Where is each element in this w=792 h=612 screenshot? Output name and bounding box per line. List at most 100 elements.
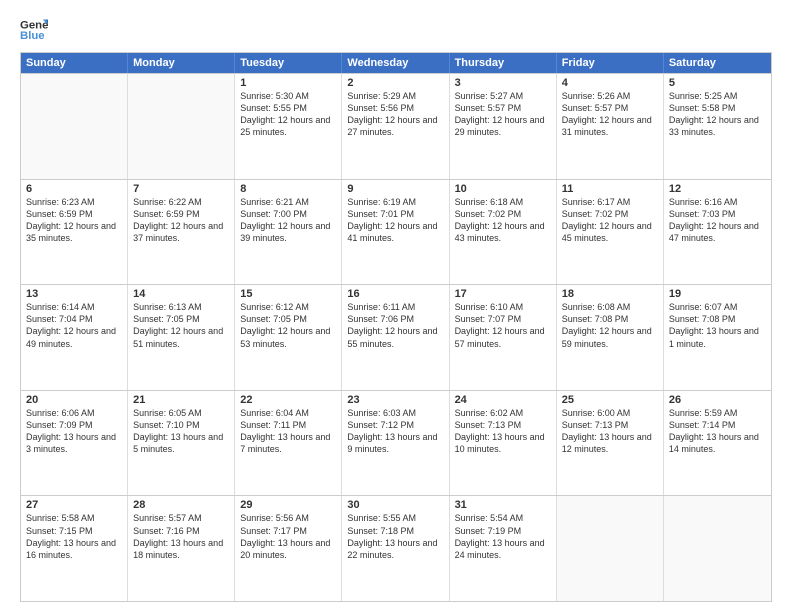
calendar-cell: 14Sunrise: 6:13 AMSunset: 7:05 PMDayligh…: [128, 285, 235, 390]
header-day-thursday: Thursday: [450, 53, 557, 73]
calendar-week-1: 1Sunrise: 5:30 AMSunset: 5:55 PMDaylight…: [21, 73, 771, 179]
day-info: Sunrise: 5:26 AMSunset: 5:57 PMDaylight:…: [562, 90, 658, 139]
day-info: Sunrise: 6:06 AMSunset: 7:09 PMDaylight:…: [26, 407, 122, 456]
calendar-cell: 1Sunrise: 5:30 AMSunset: 5:55 PMDaylight…: [235, 74, 342, 179]
day-number: 5: [669, 77, 766, 89]
day-number: 4: [562, 77, 658, 89]
day-info: Sunrise: 5:29 AMSunset: 5:56 PMDaylight:…: [347, 90, 443, 139]
day-number: 11: [562, 183, 658, 195]
calendar-cell: 13Sunrise: 6:14 AMSunset: 7:04 PMDayligh…: [21, 285, 128, 390]
header-day-saturday: Saturday: [664, 53, 771, 73]
calendar-cell: 9Sunrise: 6:19 AMSunset: 7:01 PMDaylight…: [342, 180, 449, 285]
day-info: Sunrise: 6:11 AMSunset: 7:06 PMDaylight:…: [347, 301, 443, 350]
day-info: Sunrise: 6:00 AMSunset: 7:13 PMDaylight:…: [562, 407, 658, 456]
day-number: 27: [26, 499, 122, 511]
day-info: Sunrise: 6:13 AMSunset: 7:05 PMDaylight:…: [133, 301, 229, 350]
calendar-cell: [21, 74, 128, 179]
day-info: Sunrise: 6:21 AMSunset: 7:00 PMDaylight:…: [240, 196, 336, 245]
day-number: 29: [240, 499, 336, 511]
day-number: 6: [26, 183, 122, 195]
day-info: Sunrise: 6:14 AMSunset: 7:04 PMDaylight:…: [26, 301, 122, 350]
calendar-cell: 15Sunrise: 6:12 AMSunset: 7:05 PMDayligh…: [235, 285, 342, 390]
day-info: Sunrise: 6:16 AMSunset: 7:03 PMDaylight:…: [669, 196, 766, 245]
calendar-cell: [128, 74, 235, 179]
day-info: Sunrise: 5:58 AMSunset: 7:15 PMDaylight:…: [26, 512, 122, 561]
day-number: 16: [347, 288, 443, 300]
day-number: 19: [669, 288, 766, 300]
day-number: 3: [455, 77, 551, 89]
calendar-body: 1Sunrise: 5:30 AMSunset: 5:55 PMDaylight…: [21, 73, 771, 601]
day-info: Sunrise: 6:04 AMSunset: 7:11 PMDaylight:…: [240, 407, 336, 456]
calendar-cell: 30Sunrise: 5:55 AMSunset: 7:18 PMDayligh…: [342, 496, 449, 601]
calendar-cell: 12Sunrise: 6:16 AMSunset: 7:03 PMDayligh…: [664, 180, 771, 285]
calendar-cell: 3Sunrise: 5:27 AMSunset: 5:57 PMDaylight…: [450, 74, 557, 179]
day-number: 15: [240, 288, 336, 300]
calendar-week-4: 20Sunrise: 6:06 AMSunset: 7:09 PMDayligh…: [21, 390, 771, 496]
day-info: Sunrise: 6:18 AMSunset: 7:02 PMDaylight:…: [455, 196, 551, 245]
day-number: 10: [455, 183, 551, 195]
day-info: Sunrise: 5:57 AMSunset: 7:16 PMDaylight:…: [133, 512, 229, 561]
calendar-cell: 26Sunrise: 5:59 AMSunset: 7:14 PMDayligh…: [664, 391, 771, 496]
day-number: 17: [455, 288, 551, 300]
page-header: General Blue: [20, 16, 772, 44]
calendar-cell: 20Sunrise: 6:06 AMSunset: 7:09 PMDayligh…: [21, 391, 128, 496]
day-info: Sunrise: 5:55 AMSunset: 7:18 PMDaylight:…: [347, 512, 443, 561]
calendar-cell: 17Sunrise: 6:10 AMSunset: 7:07 PMDayligh…: [450, 285, 557, 390]
calendar-cell: 2Sunrise: 5:29 AMSunset: 5:56 PMDaylight…: [342, 74, 449, 179]
calendar: SundayMondayTuesdayWednesdayThursdayFrid…: [20, 52, 772, 602]
day-number: 2: [347, 77, 443, 89]
calendar-cell: [664, 496, 771, 601]
day-info: Sunrise: 6:17 AMSunset: 7:02 PMDaylight:…: [562, 196, 658, 245]
day-info: Sunrise: 5:25 AMSunset: 5:58 PMDaylight:…: [669, 90, 766, 139]
day-info: Sunrise: 5:56 AMSunset: 7:17 PMDaylight:…: [240, 512, 336, 561]
day-number: 20: [26, 394, 122, 406]
day-number: 30: [347, 499, 443, 511]
day-number: 26: [669, 394, 766, 406]
day-number: 25: [562, 394, 658, 406]
calendar-cell: 27Sunrise: 5:58 AMSunset: 7:15 PMDayligh…: [21, 496, 128, 601]
day-number: 31: [455, 499, 551, 511]
calendar-cell: 19Sunrise: 6:07 AMSunset: 7:08 PMDayligh…: [664, 285, 771, 390]
calendar-header: SundayMondayTuesdayWednesdayThursdayFrid…: [21, 53, 771, 73]
calendar-cell: 23Sunrise: 6:03 AMSunset: 7:12 PMDayligh…: [342, 391, 449, 496]
calendar-week-5: 27Sunrise: 5:58 AMSunset: 7:15 PMDayligh…: [21, 495, 771, 601]
calendar-cell: 10Sunrise: 6:18 AMSunset: 7:02 PMDayligh…: [450, 180, 557, 285]
day-number: 22: [240, 394, 336, 406]
header-day-friday: Friday: [557, 53, 664, 73]
calendar-cell: 31Sunrise: 5:54 AMSunset: 7:19 PMDayligh…: [450, 496, 557, 601]
header-day-monday: Monday: [128, 53, 235, 73]
day-info: Sunrise: 6:10 AMSunset: 7:07 PMDaylight:…: [455, 301, 551, 350]
svg-text:Blue: Blue: [20, 30, 45, 42]
day-number: 18: [562, 288, 658, 300]
logo-icon: General Blue: [20, 16, 48, 44]
calendar-cell: 24Sunrise: 6:02 AMSunset: 7:13 PMDayligh…: [450, 391, 557, 496]
calendar-cell: 21Sunrise: 6:05 AMSunset: 7:10 PMDayligh…: [128, 391, 235, 496]
calendar-cell: 5Sunrise: 5:25 AMSunset: 5:58 PMDaylight…: [664, 74, 771, 179]
day-info: Sunrise: 6:23 AMSunset: 6:59 PMDaylight:…: [26, 196, 122, 245]
day-number: 9: [347, 183, 443, 195]
header-day-wednesday: Wednesday: [342, 53, 449, 73]
day-info: Sunrise: 5:59 AMSunset: 7:14 PMDaylight:…: [669, 407, 766, 456]
day-info: Sunrise: 6:08 AMSunset: 7:08 PMDaylight:…: [562, 301, 658, 350]
day-info: Sunrise: 5:30 AMSunset: 5:55 PMDaylight:…: [240, 90, 336, 139]
day-number: 13: [26, 288, 122, 300]
day-number: 14: [133, 288, 229, 300]
calendar-week-3: 13Sunrise: 6:14 AMSunset: 7:04 PMDayligh…: [21, 284, 771, 390]
day-info: Sunrise: 6:02 AMSunset: 7:13 PMDaylight:…: [455, 407, 551, 456]
day-info: Sunrise: 5:27 AMSunset: 5:57 PMDaylight:…: [455, 90, 551, 139]
calendar-cell: 28Sunrise: 5:57 AMSunset: 7:16 PMDayligh…: [128, 496, 235, 601]
calendar-cell: 16Sunrise: 6:11 AMSunset: 7:06 PMDayligh…: [342, 285, 449, 390]
day-number: 1: [240, 77, 336, 89]
day-info: Sunrise: 6:05 AMSunset: 7:10 PMDaylight:…: [133, 407, 229, 456]
header-day-tuesday: Tuesday: [235, 53, 342, 73]
calendar-cell: 11Sunrise: 6:17 AMSunset: 7:02 PMDayligh…: [557, 180, 664, 285]
calendar-cell: 6Sunrise: 6:23 AMSunset: 6:59 PMDaylight…: [21, 180, 128, 285]
day-number: 12: [669, 183, 766, 195]
calendar-cell: [557, 496, 664, 601]
day-number: 24: [455, 394, 551, 406]
day-info: Sunrise: 6:03 AMSunset: 7:12 PMDaylight:…: [347, 407, 443, 456]
day-info: Sunrise: 6:22 AMSunset: 6:59 PMDaylight:…: [133, 196, 229, 245]
calendar-cell: 8Sunrise: 6:21 AMSunset: 7:00 PMDaylight…: [235, 180, 342, 285]
calendar-cell: 25Sunrise: 6:00 AMSunset: 7:13 PMDayligh…: [557, 391, 664, 496]
day-number: 7: [133, 183, 229, 195]
